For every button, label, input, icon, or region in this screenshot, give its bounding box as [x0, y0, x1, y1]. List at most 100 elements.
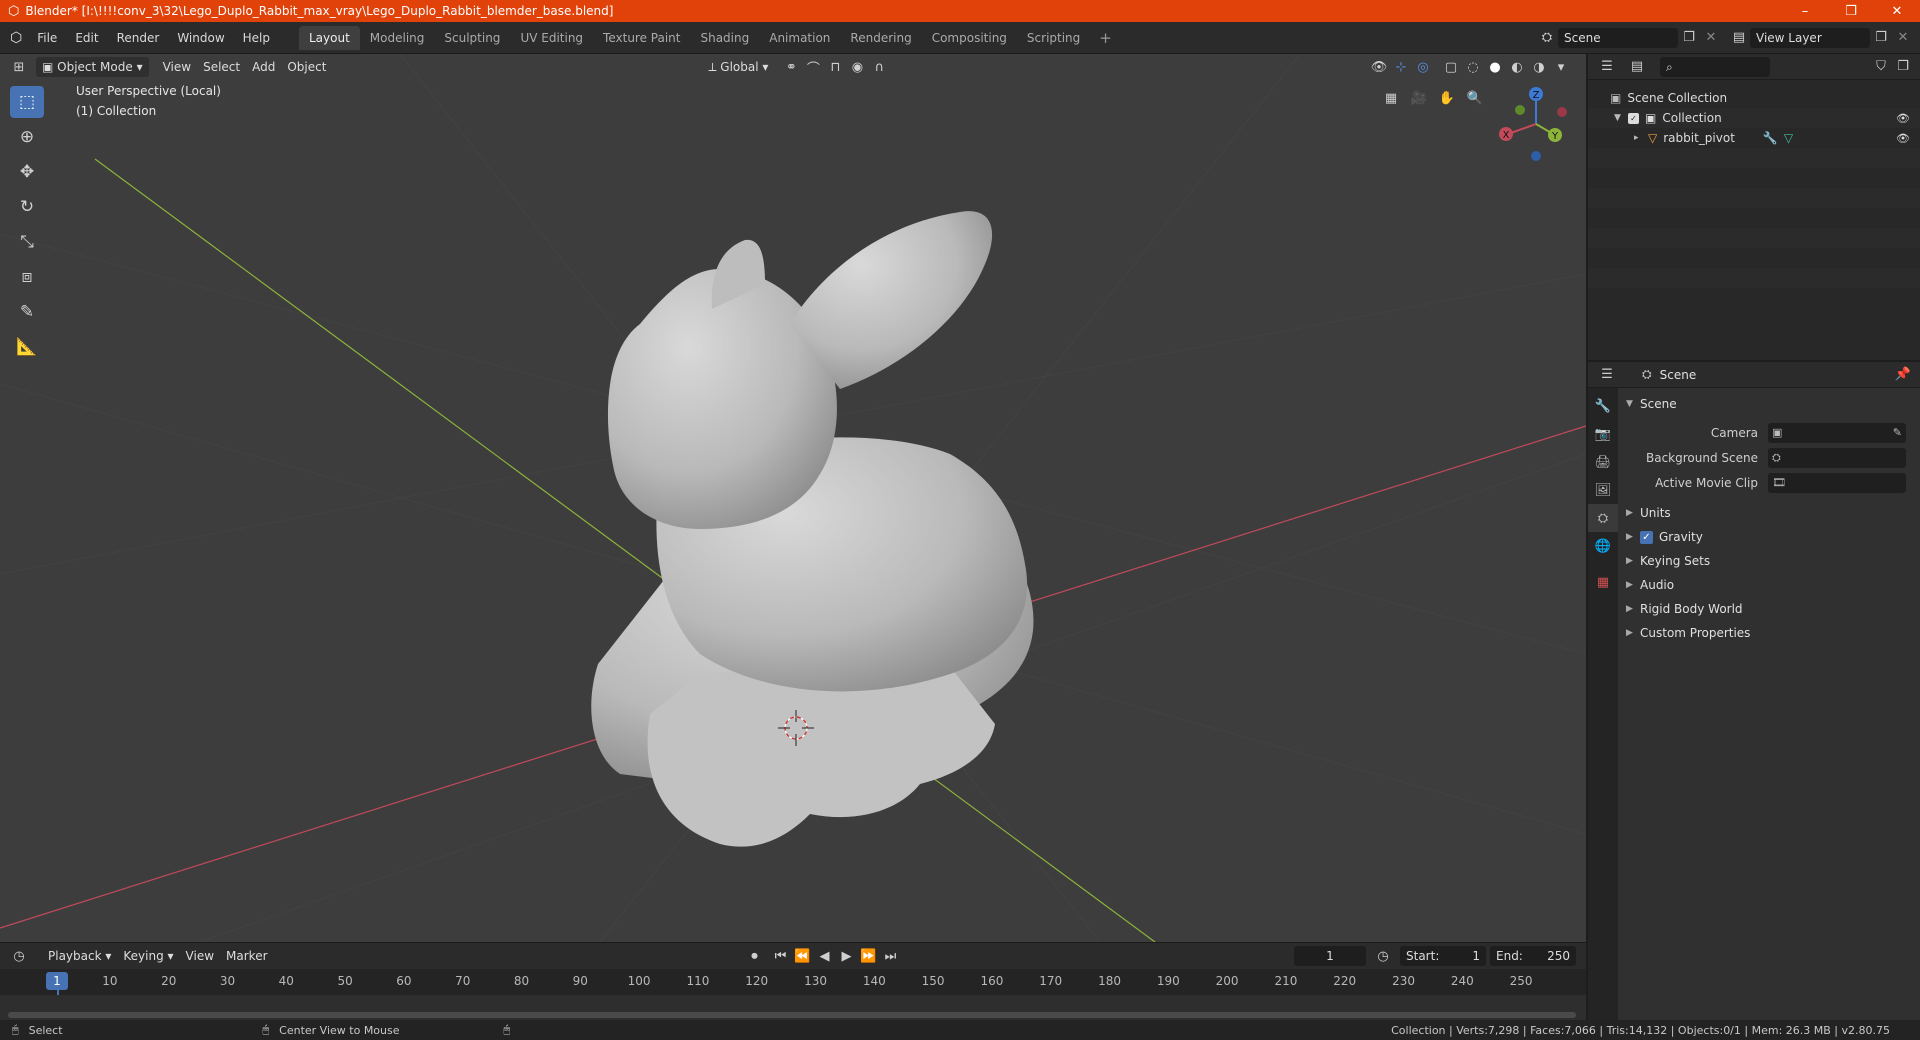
- texture-tab-icon[interactable]: ▦: [1588, 568, 1618, 596]
- view-layer-tab-icon[interactable]: 🖼: [1588, 476, 1618, 504]
- view-layer-icon[interactable]: ▤: [1728, 28, 1750, 48]
- visibility-filter-icon[interactable]: 👁: [1368, 57, 1390, 77]
- scene-tab-icon[interactable]: ⛭: [1588, 504, 1618, 532]
- outliner-editor-type-icon[interactable]: ☰: [1596, 57, 1618, 77]
- play-reverse-icon[interactable]: ◀: [814, 946, 836, 966]
- move-tool[interactable]: ✥: [10, 156, 44, 188]
- jump-end-icon[interactable]: ⏭: [880, 946, 902, 966]
- play-icon[interactable]: ▶: [836, 946, 858, 966]
- gizmo-neg-x-handle[interactable]: [1557, 107, 1567, 117]
- new-collection-icon[interactable]: ❐: [1892, 57, 1914, 77]
- menu-timeline-view[interactable]: View: [180, 946, 220, 966]
- display-mode-icon[interactable]: ▤: [1626, 57, 1648, 77]
- proportional-edit-icon[interactable]: ◉: [846, 57, 868, 77]
- delete-view-layer-icon[interactable]: ✕: [1892, 28, 1914, 48]
- cursor-tool[interactable]: ⊕: [10, 121, 44, 153]
- maximize-button[interactable]: ❐: [1828, 0, 1874, 22]
- tree-row-rabbit-pivot[interactable]: ▸ ▽ rabbit_pivot 🔧 ▽ 👁: [1588, 128, 1920, 148]
- filter-icon[interactable]: ⛉: [1870, 57, 1892, 77]
- menu-edit[interactable]: Edit: [66, 27, 107, 49]
- pivot-point-icon[interactable]: ⚭: [780, 57, 802, 77]
- tab-compositing[interactable]: Compositing: [922, 26, 1017, 50]
- modifier-icon[interactable]: 🔧: [1763, 131, 1778, 145]
- snap-icon[interactable]: ⌒: [802, 57, 824, 77]
- rendered-shading-icon[interactable]: ◑: [1528, 57, 1550, 77]
- timeline-track[interactable]: [0, 995, 1586, 1021]
- preview-range-icon[interactable]: ◷: [1372, 946, 1394, 966]
- render-tab-icon[interactable]: 📷: [1588, 420, 1618, 448]
- output-tab-icon[interactable]: 🖨: [1588, 448, 1618, 476]
- prev-keyframe-icon[interactable]: ⏪: [792, 946, 814, 966]
- timeline-scrollbar[interactable]: [8, 1012, 1576, 1018]
- mesh-data-icon[interactable]: ▽: [1784, 131, 1793, 145]
- rigid-body-world-panel-header[interactable]: ▶ Rigid Body World: [1618, 597, 1920, 621]
- tab-layout[interactable]: Layout: [299, 25, 360, 50]
- shading-options-icon[interactable]: ▾: [1550, 57, 1572, 77]
- tab-modeling[interactable]: Modeling: [360, 26, 435, 50]
- new-view-layer-icon[interactable]: ❐: [1870, 28, 1892, 48]
- menu-object[interactable]: Object: [281, 57, 332, 77]
- wireframe-shading-icon[interactable]: ◌: [1462, 57, 1484, 77]
- add-workspace-button[interactable]: +: [1090, 27, 1121, 49]
- custom-properties-panel-header[interactable]: ▶ Custom Properties: [1618, 621, 1920, 645]
- object-visibility-icon[interactable]: 👁: [1896, 132, 1910, 145]
- units-panel-header[interactable]: ▶ Units: [1618, 501, 1920, 525]
- pan-view-icon[interactable]: ✋: [1436, 88, 1458, 108]
- frame-ruler[interactable]: 1 10 20 30 40 50 60 70 80 90 100 110 120 130 140 150 160…: [0, 969, 1586, 1020]
- camera-view-icon[interactable]: 🎥: [1408, 88, 1430, 108]
- navigation-gizmo[interactable]: Z X Y: [1499, 87, 1567, 161]
- active-movie-clip-field[interactable]: 🎞: [1768, 472, 1906, 493]
- snap-target-icon[interactable]: ⊓: [824, 57, 846, 77]
- audio-panel-header[interactable]: ▶ Audio: [1618, 573, 1920, 597]
- transform-orientation-dropdown[interactable]: ⟂ Global ▾: [702, 57, 774, 77]
- outliner-search-input[interactable]: ⌕: [1660, 56, 1770, 77]
- toggle-perspective-icon[interactable]: ▦: [1380, 88, 1402, 108]
- tree-row-collection[interactable]: ▼ ✓ ▣ Collection 👁: [1588, 108, 1920, 128]
- new-scene-icon[interactable]: ❐: [1678, 28, 1700, 48]
- tool-tab-icon[interactable]: 🔧: [1588, 392, 1618, 420]
- tab-texture-paint[interactable]: Texture Paint: [593, 26, 690, 50]
- tab-shading[interactable]: Shading: [690, 26, 759, 50]
- zoom-view-icon[interactable]: 🔍: [1464, 88, 1486, 108]
- view-layer-field[interactable]: View Layer: [1750, 27, 1870, 48]
- tree-row-scene-collection[interactable]: ▣ Scene Collection: [1588, 88, 1920, 108]
- blender-menu-icon[interactable]: ⬡: [10, 30, 22, 46]
- rotate-tool[interactable]: ↻: [10, 191, 44, 223]
- next-keyframe-icon[interactable]: ⏩: [858, 946, 880, 966]
- minimize-button[interactable]: –: [1782, 0, 1828, 22]
- solid-shading-icon[interactable]: ●: [1484, 57, 1506, 77]
- properties-editor-type-icon[interactable]: ☰: [1596, 365, 1618, 385]
- current-frame-field[interactable]: 1: [1294, 946, 1366, 966]
- menu-select[interactable]: Select: [197, 57, 246, 77]
- gravity-panel-header[interactable]: ▶ ✓ Gravity: [1618, 525, 1920, 549]
- gizmo-neg-y-handle[interactable]: [1515, 105, 1525, 115]
- collection-visibility-icon[interactable]: 👁: [1896, 112, 1910, 125]
- menu-window[interactable]: Window: [168, 27, 233, 49]
- eyedropper-icon[interactable]: ✎: [1893, 426, 1902, 439]
- material-shading-icon[interactable]: ◐: [1506, 57, 1528, 77]
- collection-expand-icon[interactable]: ▼: [1614, 113, 1628, 123]
- record-keyframe-icon[interactable]: ⏺: [744, 946, 766, 966]
- delete-scene-icon[interactable]: ✕: [1700, 28, 1722, 48]
- menu-playback[interactable]: Playback ▾: [42, 946, 117, 966]
- menu-keying[interactable]: Keying ▾: [117, 946, 179, 966]
- menu-marker[interactable]: Marker: [220, 946, 273, 966]
- tab-scripting[interactable]: Scripting: [1017, 26, 1090, 50]
- pin-icon[interactable]: 📌: [1892, 365, 1914, 385]
- 3d-viewport[interactable]: Z X Y ⊞ ▣ Object Mode ▾ View Select Add …: [0, 54, 1586, 942]
- rabbit-model[interactable]: [591, 211, 1034, 847]
- viewport-scene[interactable]: Z X Y: [0, 54, 1586, 942]
- start-frame-field[interactable]: Start: 1: [1400, 946, 1486, 966]
- menu-file[interactable]: File: [28, 27, 66, 49]
- tab-uv-editing[interactable]: UV Editing: [510, 26, 593, 50]
- end-frame-field[interactable]: End: 250: [1490, 946, 1576, 966]
- xray-toggle-icon[interactable]: ▢: [1440, 57, 1462, 77]
- collection-checkbox[interactable]: ✓: [1628, 112, 1639, 124]
- menu-view[interactable]: View: [157, 57, 197, 77]
- gravity-checkbox[interactable]: ✓: [1640, 530, 1653, 544]
- measure-tool[interactable]: 📐: [10, 331, 44, 363]
- timeline-editor-type-icon[interactable]: ◷: [8, 946, 30, 966]
- annotate-tool[interactable]: ✎: [10, 296, 44, 328]
- keying-sets-panel-header[interactable]: ▶ Keying Sets: [1618, 549, 1920, 573]
- overlay-toggle-icon[interactable]: ◎: [1412, 57, 1434, 77]
